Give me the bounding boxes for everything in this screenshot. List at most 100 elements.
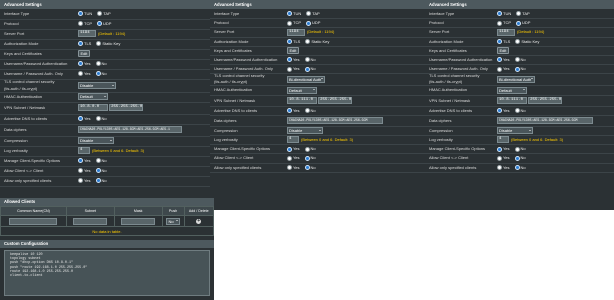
- auth-static-key-radio[interactable]: [96, 41, 102, 47]
- protocol-tcp-radio[interactable]: [287, 20, 292, 26]
- dns-no-radio[interactable]: [304, 108, 310, 114]
- manage-client-yes-radio[interactable]: [287, 146, 292, 152]
- protocol-tcp-radio[interactable]: [78, 21, 83, 27]
- userpass-no-radio[interactable]: [304, 57, 310, 63]
- manage-client-value: Yes No: [78, 156, 112, 166]
- mask-input[interactable]: [121, 217, 156, 225]
- interface-tap-radio[interactable]: [306, 11, 312, 17]
- hmac-label: HMAC Authentication: [4, 94, 43, 99]
- userpass-yes-radio[interactable]: [78, 61, 83, 67]
- interface-tun-radio[interactable]: [78, 11, 83, 17]
- server-port-input[interactable]: 1194: [497, 28, 515, 36]
- server-port-input[interactable]: 1194: [287, 28, 305, 36]
- protocol-udp-radio[interactable]: [97, 21, 102, 27]
- dns-yes-radio[interactable]: [497, 108, 502, 114]
- c2c-yes-radio[interactable]: [497, 155, 502, 161]
- c2c-yes-radio[interactable]: [287, 155, 292, 161]
- only-specified-no-radio[interactable]: [304, 165, 310, 171]
- allow-c2c-value: Yes No: [287, 153, 321, 162]
- only-specified-yes-radio[interactable]: [497, 165, 502, 171]
- userpass-no-radio[interactable]: [514, 57, 520, 63]
- server-port-hint: (Default : 1194): [517, 29, 545, 35]
- hmac-select[interactable]: Default: [287, 86, 317, 94]
- vpn-netmask-input[interactable]: 255.255.255.0: [528, 96, 563, 104]
- vpn-subnet-input[interactable]: 10.8.111.0: [287, 96, 317, 104]
- add-client-button[interactable]: +: [196, 219, 202, 224]
- log-verbosity-value: 4 (Between 0 and 6. Default: 3): [287, 135, 353, 144]
- user-pass-auth-value: Yes No: [287, 55, 321, 64]
- interface-tun-radio[interactable]: [497, 11, 502, 17]
- vpn-subnet-input[interactable]: 10.8.0.0: [78, 104, 108, 112]
- vpn-netmask-input[interactable]: 255.255.255.0: [318, 96, 353, 104]
- only-specified-no-radio[interactable]: [514, 165, 520, 171]
- hmac-select[interactable]: Default: [497, 86, 527, 94]
- log-verbosity-input[interactable]: 4: [287, 136, 299, 144]
- allow-only-specified-label: Allow only specified clients: [214, 164, 262, 170]
- c2c-yes-radio[interactable]: [78, 168, 83, 174]
- manage-client-yes-radio[interactable]: [78, 158, 83, 164]
- edit-keys-button[interactable]: Edit: [497, 46, 509, 54]
- userpass-yes-radio[interactable]: [497, 57, 502, 63]
- subnet-input[interactable]: [73, 217, 108, 225]
- tls-control-select[interactable]: Bi-directional Auth: [497, 75, 535, 83]
- interface-tap-radio[interactable]: [516, 11, 522, 17]
- allowed-clients-table: Common Name(CN) Subnet Mask Push Add / Delet…: [0, 206, 214, 236]
- userpass-no-radio[interactable]: [95, 61, 101, 67]
- interface-tap-radio[interactable]: [97, 11, 103, 17]
- tls-control-select[interactable]: Bi-directional Auth: [287, 75, 325, 83]
- auth-tls-radio[interactable]: [287, 39, 292, 45]
- cn-input[interactable]: [9, 217, 58, 225]
- compression-select[interactable]: Disable: [78, 137, 114, 145]
- server-port-input[interactable]: 1194: [78, 30, 96, 38]
- push-select[interactable]: No: [166, 217, 181, 225]
- auth-mode-value: TLS Static Key: [497, 37, 544, 46]
- userpass-only-no-radio[interactable]: [95, 71, 101, 77]
- c2c-no-radio[interactable]: [95, 168, 101, 174]
- only-specified-yes-radio[interactable]: [287, 165, 292, 171]
- data-ciphers-input[interactable]: CHACHA20-POLY1305:AES-128-GCM:AES-256-GC…: [497, 117, 593, 125]
- protocol-udp-radio[interactable]: [306, 20, 311, 26]
- log-verbosity-input[interactable]: 4: [497, 136, 509, 144]
- userpass-only-yes-radio[interactable]: [78, 71, 83, 77]
- userpass-only-yes-radio[interactable]: [287, 66, 292, 72]
- protocol-tcp-radio[interactable]: [497, 20, 502, 26]
- dns-yes-radio[interactable]: [78, 116, 83, 122]
- tls-control-label: TLS control channel security (tls-auth / …: [429, 73, 480, 85]
- only-specified-no-radio[interactable]: [95, 178, 101, 184]
- manage-client-no-radio[interactable]: [514, 146, 520, 152]
- dns-no-radio[interactable]: [95, 116, 101, 122]
- compression-select[interactable]: Disable: [497, 127, 533, 135]
- hmac-select[interactable]: Default: [78, 93, 108, 101]
- userpass-yes-radio[interactable]: [287, 57, 292, 63]
- interface-tun-radio[interactable]: [287, 11, 292, 17]
- tls-control-select[interactable]: Disable: [78, 82, 116, 90]
- c2c-no-radio[interactable]: [304, 155, 310, 161]
- server-port-value: 1194 (Default : 1194): [78, 29, 125, 39]
- auth-tls-radio[interactable]: [497, 39, 502, 45]
- userpass-only-yes-radio[interactable]: [497, 66, 502, 72]
- keys-certs-label: Keys and Certificates: [4, 51, 42, 56]
- manage-client-no-radio[interactable]: [95, 158, 101, 164]
- auth-tls-radio[interactable]: [78, 41, 83, 47]
- dns-yes-radio[interactable]: [287, 108, 292, 114]
- data-ciphers-input[interactable]: CHACHA20-POLY1305:AES-128-GCM:AES-256-GC…: [287, 117, 383, 125]
- manage-client-no-radio[interactable]: [304, 146, 310, 152]
- vpn-subnet-input[interactable]: 10.8.111.0: [497, 96, 527, 104]
- custom-config-textarea[interactable]: keepalive 10 120 topology subnet push "d…: [4, 250, 210, 296]
- c2c-no-radio[interactable]: [514, 155, 520, 161]
- auth-static-key-radio[interactable]: [305, 39, 311, 45]
- manage-client-yes-radio[interactable]: [497, 146, 502, 152]
- compression-select[interactable]: Disable: [287, 127, 323, 135]
- protocol-udp-radio[interactable]: [516, 20, 521, 26]
- userpass-only-no-radio[interactable]: [304, 66, 310, 72]
- edit-keys-button[interactable]: Edit: [287, 46, 299, 54]
- vpn-netmask-input[interactable]: 255.255.255.0: [109, 104, 144, 112]
- log-verbosity-input[interactable]: 4: [78, 147, 90, 155]
- only-specified-yes-radio[interactable]: [78, 178, 83, 184]
- edit-keys-button[interactable]: Edit: [78, 50, 90, 57]
- auth-mode-value: TLS Static Key: [287, 37, 334, 46]
- data-ciphers-input[interactable]: CHACHA20-POLY1305:AES-128-GCM:AES-256-GC…: [78, 126, 182, 134]
- dns-no-radio[interactable]: [514, 108, 520, 114]
- auth-static-key-radio[interactable]: [515, 39, 521, 45]
- userpass-only-no-radio[interactable]: [514, 66, 520, 72]
